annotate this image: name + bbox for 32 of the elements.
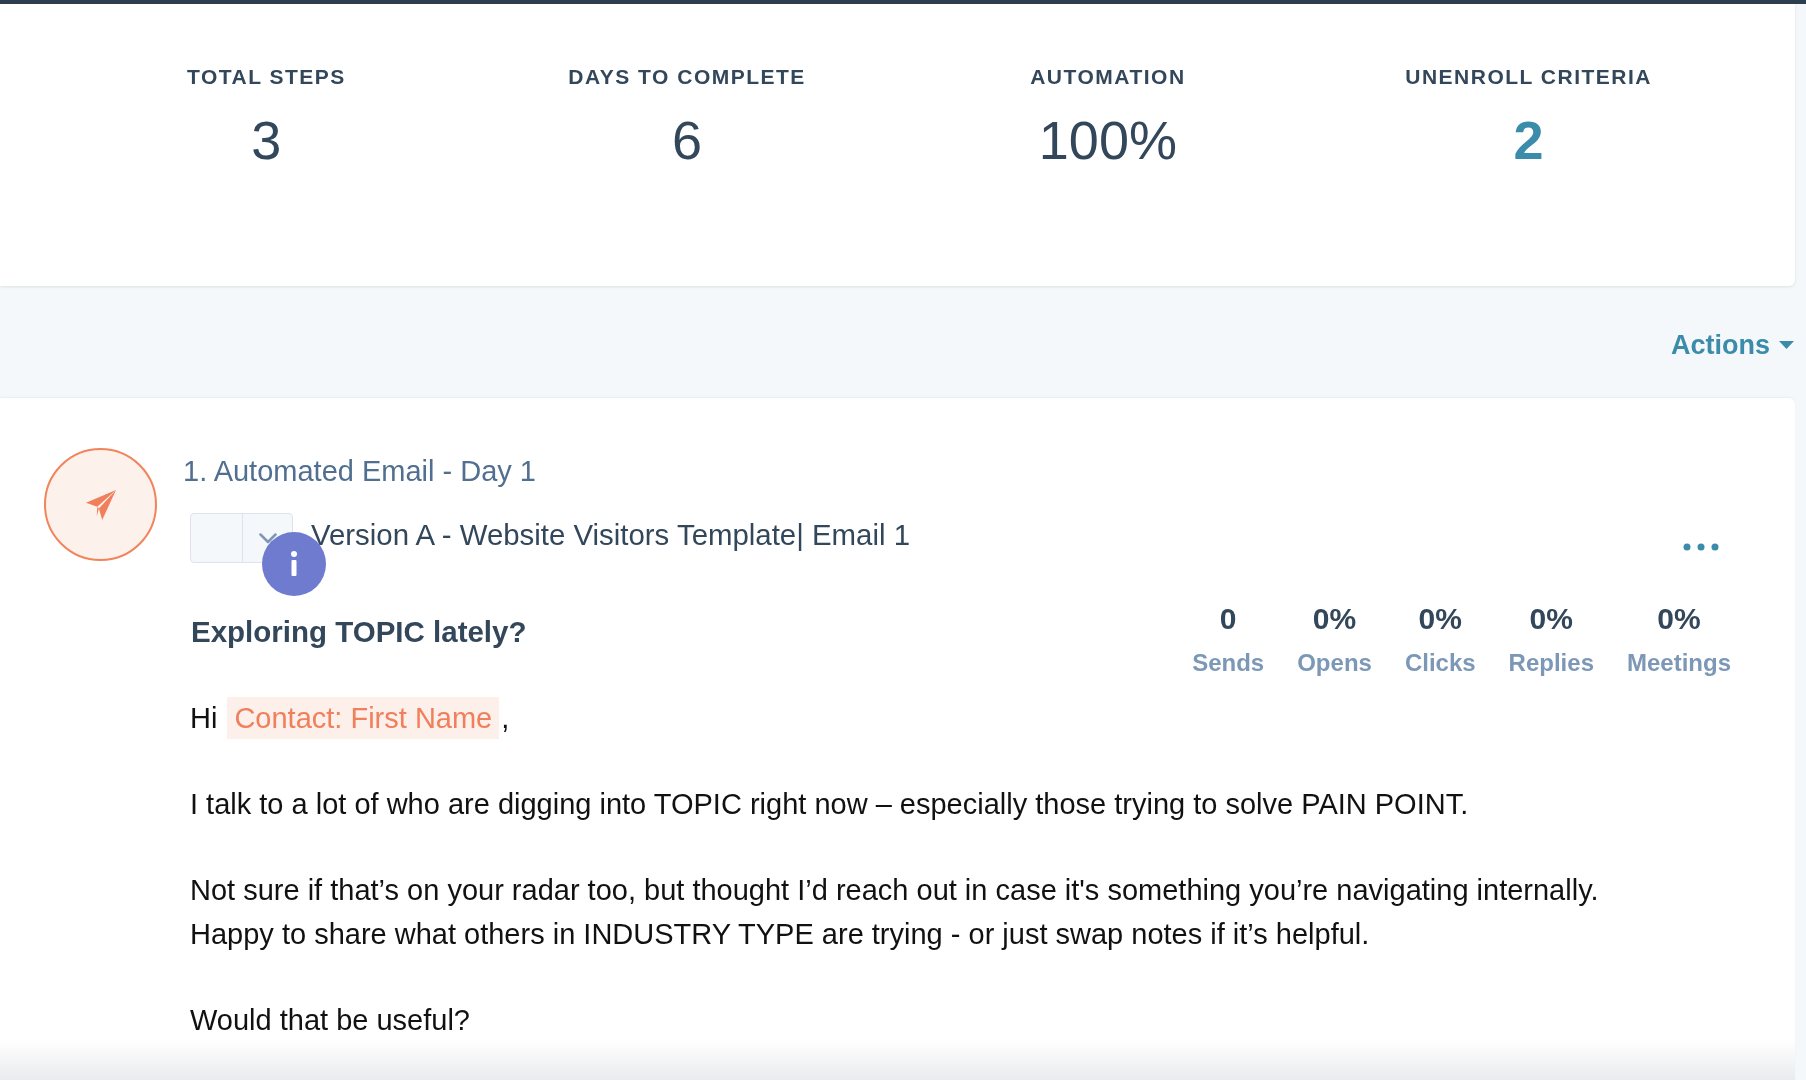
greeting-text: Hi — [190, 701, 218, 736]
body-paragraph: I talk to a lot of who are digging into TOPIC right now – especially those trying to solve PAIN POINT. — [190, 787, 1469, 822]
metric-label: Sends — [1192, 648, 1265, 678]
stat-value: 6 — [672, 109, 703, 172]
chevron-down-icon — [258, 532, 277, 544]
metric-label: Replies — [1508, 648, 1594, 678]
comma-text: , — [501, 701, 510, 736]
step-title: 1. Automated Email - Day 1 — [183, 454, 536, 488]
stat-value: 3 — [251, 109, 282, 172]
stat-label: AUTOMATION — [1030, 64, 1186, 90]
metric-value: 0% — [1657, 601, 1701, 637]
metric-label: Opens — [1297, 648, 1372, 678]
stat-label: TOTAL STEPS — [186, 64, 346, 90]
metric-label: Meetings — [1627, 648, 1731, 678]
email-subject: Exploring TOPIC lately? — [191, 615, 527, 649]
metric-label: Clicks — [1404, 648, 1476, 678]
metric-value: 0% — [1418, 601, 1462, 637]
body-paragraph: Would that be useful? — [190, 1003, 470, 1038]
stat-value: 100% — [1038, 109, 1177, 172]
caret-down-icon — [1779, 341, 1794, 349]
actions-dropdown[interactable]: Actions — [1671, 328, 1794, 362]
stat-label: DAYS TO COMPLETE — [568, 64, 806, 90]
metric-value: 0% — [1529, 601, 1573, 637]
body-paragraph: Not sure if that’s on your radar too, but thought I’d reach out in case it's something you’re navigating internally. Happy to share what others in INDUSTRY TYPE are trying - or just swap notes if it’s helpful. — [190, 873, 1599, 952]
stat-value-link[interactable]: 2 — [1513, 108, 1544, 172]
metric-value: 0 — [1219, 601, 1237, 637]
metric-value: 0% — [1312, 601, 1357, 637]
template-name: Version A - Website Visitors Template| Email 1 — [311, 518, 910, 552]
more-options-button[interactable] — [1683, 541, 1719, 553]
stat-label: UNENROLL CRITERIA — [1405, 64, 1652, 90]
ellipsis-icon — [1683, 543, 1719, 551]
merge-tag: Contact: First Name — [227, 697, 500, 739]
